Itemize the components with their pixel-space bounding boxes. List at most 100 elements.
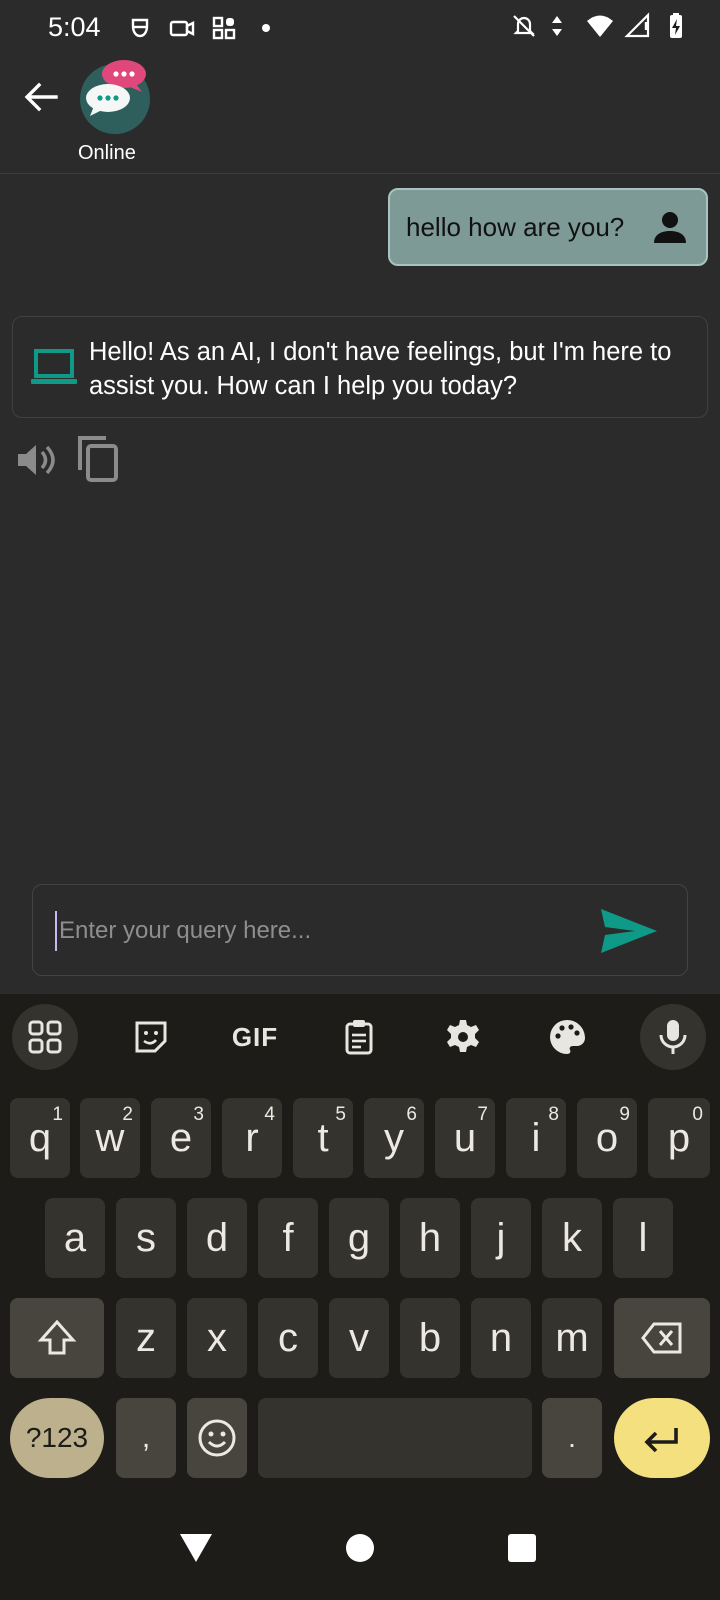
voice-input-button[interactable] xyxy=(640,1004,706,1070)
key-f[interactable]: f xyxy=(258,1198,318,1278)
key-label: r xyxy=(245,1115,259,1160)
key-label: x xyxy=(207,1315,227,1360)
key-o[interactable]: o9 xyxy=(577,1098,637,1178)
key-hint: 1 xyxy=(52,1104,63,1125)
sticker-icon xyxy=(135,1021,167,1053)
key-p[interactable]: p0 xyxy=(648,1098,710,1178)
key-label: w xyxy=(95,1115,125,1160)
key-t[interactable]: t5 xyxy=(293,1098,353,1178)
sticker-button[interactable] xyxy=(118,1004,184,1070)
bot-avatar[interactable] xyxy=(80,60,150,134)
settings-button[interactable] xyxy=(430,1004,496,1070)
dot-icon xyxy=(252,14,280,42)
key-label: g xyxy=(347,1215,371,1260)
bell-off-icon xyxy=(510,12,538,40)
signal-icon xyxy=(624,12,652,40)
clipboard-button[interactable] xyxy=(326,1004,392,1070)
chat-header: Online xyxy=(0,56,720,174)
key-s[interactable]: s xyxy=(116,1198,176,1278)
symbols-key[interactable]: ?123 xyxy=(10,1398,104,1478)
status-right-icons xyxy=(510,12,690,40)
nav-back-button[interactable] xyxy=(174,1526,218,1570)
key-w[interactable]: w2 xyxy=(80,1098,140,1178)
key-r[interactable]: r4 xyxy=(222,1098,282,1178)
period-label: . xyxy=(568,1422,576,1453)
key-n[interactable]: n xyxy=(471,1298,531,1378)
video-camera-icon xyxy=(168,14,196,42)
key-l[interactable]: l xyxy=(613,1198,673,1278)
key-hint: 5 xyxy=(335,1104,346,1125)
key-d[interactable]: d xyxy=(187,1198,247,1278)
apps-grid-button[interactable] xyxy=(12,1004,78,1070)
key-label: c xyxy=(278,1315,298,1360)
key-label: l xyxy=(638,1215,648,1260)
emoji-smile-icon xyxy=(198,1419,236,1457)
key-hint: 0 xyxy=(692,1104,703,1125)
key-v[interactable]: v xyxy=(329,1298,389,1378)
microphone-icon xyxy=(659,1020,687,1054)
key-hint: 8 xyxy=(548,1104,559,1125)
backspace-key[interactable] xyxy=(614,1298,710,1378)
period-key[interactable]: . xyxy=(542,1398,602,1478)
shift-arrow-icon xyxy=(37,1319,77,1355)
palette-icon xyxy=(550,1020,585,1054)
key-g[interactable]: g xyxy=(329,1198,389,1278)
nav-home-button[interactable] xyxy=(338,1526,382,1570)
key-j[interactable]: j xyxy=(471,1198,531,1278)
key-i[interactable]: i8 xyxy=(506,1098,566,1178)
speak-button[interactable] xyxy=(14,438,58,482)
circle-home-icon xyxy=(346,1534,374,1562)
enter-return-icon xyxy=(644,1428,678,1453)
ai-message-bubble: Hello! As an AI, I don't have feelings, … xyxy=(12,316,708,418)
copy-button[interactable] xyxy=(76,434,122,484)
key-c[interactable]: c xyxy=(258,1298,318,1378)
gif-button[interactable]: GIF xyxy=(222,1004,288,1070)
key-u[interactable]: u7 xyxy=(435,1098,495,1178)
key-hint: 4 xyxy=(264,1104,275,1125)
key-y[interactable]: y6 xyxy=(364,1098,424,1178)
chat-bubbles-icon xyxy=(86,60,146,116)
space-key[interactable] xyxy=(258,1398,532,1478)
grid-apps-icon xyxy=(210,14,238,42)
key-a[interactable]: a xyxy=(45,1198,105,1278)
key-b[interactable]: b xyxy=(400,1298,460,1378)
nav-recents-button[interactable] xyxy=(500,1526,544,1570)
key-k[interactable]: k xyxy=(542,1198,602,1278)
key-label: s xyxy=(136,1215,156,1260)
back-button[interactable] xyxy=(20,76,62,118)
key-label: u xyxy=(453,1115,477,1160)
key-hint: 6 xyxy=(406,1104,417,1125)
key-label: q xyxy=(28,1115,52,1160)
key-h[interactable]: h xyxy=(400,1198,460,1278)
key-label: j xyxy=(496,1215,506,1260)
query-input-container xyxy=(32,884,688,976)
key-q[interactable]: q1 xyxy=(10,1098,70,1178)
soft-keyboard: GIF q1 w2 e3 r4 t5 y6 u7 i8 o9 p0 a s d … xyxy=(0,994,720,1600)
keyboard-toolbar: GIF xyxy=(0,994,720,1078)
key-m[interactable]: m xyxy=(542,1298,602,1378)
key-label: v xyxy=(349,1315,369,1360)
key-e[interactable]: e3 xyxy=(151,1098,211,1178)
key-hint: 2 xyxy=(122,1104,133,1125)
key-hint: 9 xyxy=(619,1104,630,1125)
square-recents-icon xyxy=(508,1534,536,1562)
key-label: k xyxy=(562,1215,582,1260)
comma-key[interactable]: , xyxy=(116,1398,176,1478)
enter-key[interactable] xyxy=(614,1398,710,1478)
query-input[interactable] xyxy=(55,911,575,951)
key-label: h xyxy=(418,1215,442,1260)
key-label: p xyxy=(667,1115,691,1160)
emoji-key[interactable] xyxy=(187,1398,247,1478)
copy-icon xyxy=(78,436,118,482)
backspace-icon xyxy=(641,1322,682,1354)
theme-button[interactable] xyxy=(534,1004,600,1070)
key-x[interactable]: x xyxy=(187,1298,247,1378)
send-button[interactable] xyxy=(599,905,659,957)
navigation-bar xyxy=(0,1496,720,1600)
gear-icon xyxy=(447,1020,479,1052)
shift-key[interactable] xyxy=(10,1298,104,1378)
key-label: b xyxy=(418,1315,442,1360)
triangle-back-icon xyxy=(180,1534,212,1562)
key-z[interactable]: z xyxy=(116,1298,176,1378)
key-hint: 3 xyxy=(193,1104,204,1125)
